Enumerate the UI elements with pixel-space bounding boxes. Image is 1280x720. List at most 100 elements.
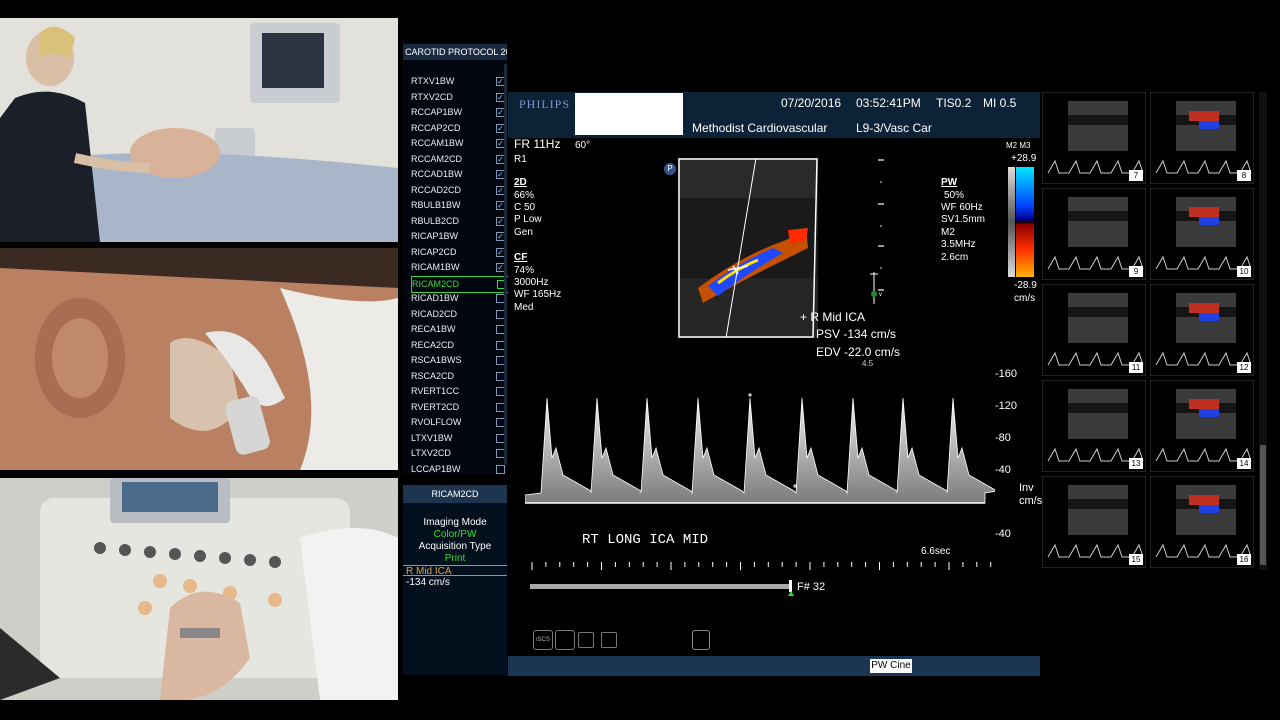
acquisition-info-panel: RICAM2CD Imaging Mode Color/PW Acquisiti…: [403, 485, 507, 675]
protocol-item-label: RVOLFLOW: [411, 417, 462, 427]
thumbnail-image[interactable]: 15: [1042, 476, 1146, 568]
image-thumbnail-strip: 7 8 9 10 11 12 13 14 15 16: [1042, 92, 1256, 570]
protocol-item-label: LCCAP1BW: [411, 463, 461, 474]
protocol-item[interactable]: RVERT1CC: [411, 384, 507, 399]
imaging-mode-label: Imaging Mode: [423, 517, 487, 528]
doppler-scale-tick: cm/s: [1019, 495, 1043, 507]
frame-rate: FR 11Hz: [514, 137, 561, 151]
patient-info-box: [575, 93, 683, 135]
twod-title: 2D: [514, 177, 527, 188]
twod-power: P Low: [514, 214, 542, 225]
protocol-item[interactable]: RECA1BW: [411, 322, 507, 337]
protocol-item[interactable]: RCCAD2CD ✓: [411, 183, 507, 198]
cine-loop-track[interactable]: [530, 584, 792, 589]
protocol-item-label: LTXV2CD: [411, 448, 451, 458]
protocol-item-label: RICAP2CD: [411, 246, 457, 257]
current-step-label: RICAM2CD: [403, 485, 507, 503]
thumbnail-image[interactable]: 14: [1150, 380, 1254, 472]
protocol-item-label: RCCAP1BW: [411, 107, 463, 117]
thumbnail-image[interactable]: 12: [1150, 284, 1254, 376]
probe-orientation-icon: P: [664, 163, 676, 175]
protocol-item[interactable]: RICAP2CD ✓: [411, 245, 507, 260]
thumbnail-scroll-thumb[interactable]: [1260, 445, 1266, 565]
protocol-item[interactable]: RSCA2CD: [411, 369, 507, 384]
protocol-item[interactable]: RTXV2CD ✓: [411, 90, 507, 105]
protocol-item-label: RCCAM2CD: [411, 153, 463, 164]
acquisition-type-value: Print: [444, 553, 466, 564]
thumbnail-image[interactable]: 11: [1042, 284, 1146, 376]
doppler-scale-tick: -120: [995, 400, 1018, 412]
thumbnail-number: 9: [1129, 266, 1143, 277]
exam-date: 07/20/2016: [781, 96, 842, 110]
sample-volume-cursor: v: [870, 272, 882, 304]
doppler-scale-tick: -40: [995, 528, 1011, 540]
cf-sensitivity: Med: [514, 302, 534, 313]
protocol-item[interactable]: LTXV1BW: [411, 431, 507, 446]
pw-frequency: 3.5MHz: [941, 239, 976, 250]
protocol-item-label: RBULB1BW: [411, 200, 461, 210]
probe-tools-icon[interactable]: [555, 630, 575, 650]
measurement-title: + R Mid ICA: [800, 310, 866, 324]
thumbnail-number: 7: [1129, 170, 1143, 181]
protocol-item[interactable]: RECA2CD: [411, 338, 507, 353]
protocol-item[interactable]: RCCAD1BW ✓: [411, 167, 507, 182]
protocol-item-label: RTXV2CD: [411, 91, 453, 102]
thumbnail-image[interactable]: 7: [1042, 92, 1146, 184]
protocol-item-label: RSCA2CD: [411, 370, 455, 381]
protocol-item-label: LTXV1BW: [411, 432, 453, 443]
institution-name: Methodist Cardiovascular: [692, 121, 828, 135]
print-icon[interactable]: [578, 632, 594, 648]
protocol-item[interactable]: LTXV2CD: [411, 446, 507, 461]
probe-preset: L9-3/Vasc Car: [856, 121, 932, 135]
protocol-item[interactable]: RICAD2CD: [411, 307, 507, 322]
protocol-item[interactable]: RICAD1BW: [411, 291, 507, 306]
protocol-item-label: RICAP1BW: [411, 231, 459, 241]
thumbnail-number: 14: [1237, 458, 1251, 469]
pw-cine-button[interactable]: PW Cine: [870, 659, 912, 673]
color-velocity-scale: [1016, 167, 1034, 277]
console-illustration: [0, 478, 398, 700]
protocol-item[interactable]: RCCAM1BW ✓: [411, 136, 507, 151]
sweep-time: 6.6sec: [921, 546, 951, 557]
protocol-item[interactable]: RICAP1BW ✓: [411, 229, 507, 244]
protocol-list: CAROTID PROTOCOL 2016 RTXV1BW✓RTXV2CD✓RC…: [403, 42, 509, 477]
thumbnail-image[interactable]: 9: [1042, 188, 1146, 280]
mi-value: MI 0.5: [983, 96, 1017, 110]
frame-number: F# 32: [797, 581, 826, 593]
thumbnail-image[interactable]: 10: [1150, 188, 1254, 280]
protocol-item-checkbox[interactable]: [496, 464, 505, 474]
protocol-item[interactable]: RVOLFLOW: [411, 415, 507, 430]
protocol-title: CAROTID PROTOCOL 2016: [403, 44, 507, 60]
protocol-item-label: RCCAM1BW: [411, 138, 464, 148]
thumbnail-image[interactable]: 13: [1042, 380, 1146, 472]
edv-value: EDV -22.0 cm/s: [816, 345, 901, 359]
protocol-item[interactable]: RICAM2CD: [411, 275, 509, 293]
pw-title: PW: [941, 177, 958, 188]
isocs-icon[interactable]: iSCS: [533, 630, 553, 650]
protocol-item[interactable]: RCCAM2CD ✓: [411, 152, 507, 167]
protocol-item[interactable]: RCCAP1BW ✓: [411, 105, 507, 120]
protocol-item[interactable]: LCCAP1BW: [411, 462, 507, 477]
thumbnail-image[interactable]: 16: [1150, 476, 1254, 568]
tis-value: TIS0.2: [936, 96, 972, 110]
protocol-item[interactable]: RBULB2CD ✓: [411, 214, 507, 229]
sonographer-scene-illustration: [0, 18, 398, 242]
protocol-item-label: RCCAP2CD: [411, 122, 461, 133]
protocol-item-label: RICAM1BW: [411, 262, 460, 272]
export-icon[interactable]: [692, 630, 710, 650]
protocol-item[interactable]: RVERT2CD: [411, 400, 507, 415]
protocol-item[interactable]: RICAM1BW ✓: [411, 260, 507, 275]
protocol-item[interactable]: RBULB1BW ✓: [411, 198, 507, 213]
cine-marker-icon: [788, 591, 794, 596]
camera-view-control-panel: [0, 478, 398, 700]
thumbnail-number: 13: [1129, 458, 1143, 469]
thumbnail-image[interactable]: 8: [1150, 92, 1254, 184]
doppler-scale-tick: -160: [995, 368, 1018, 380]
protocol-item[interactable]: RSCA1BWS: [411, 353, 507, 368]
protocol-item[interactable]: RTXV1BW ✓: [411, 74, 507, 89]
camera-view-neck-closeup: [0, 248, 398, 470]
protocol-item[interactable]: RCCAP2CD ✓: [411, 121, 507, 136]
review-icon[interactable]: [601, 632, 617, 648]
thumbnail-number: 10: [1237, 266, 1251, 277]
protocol-scrollbar[interactable]: [504, 64, 507, 464]
